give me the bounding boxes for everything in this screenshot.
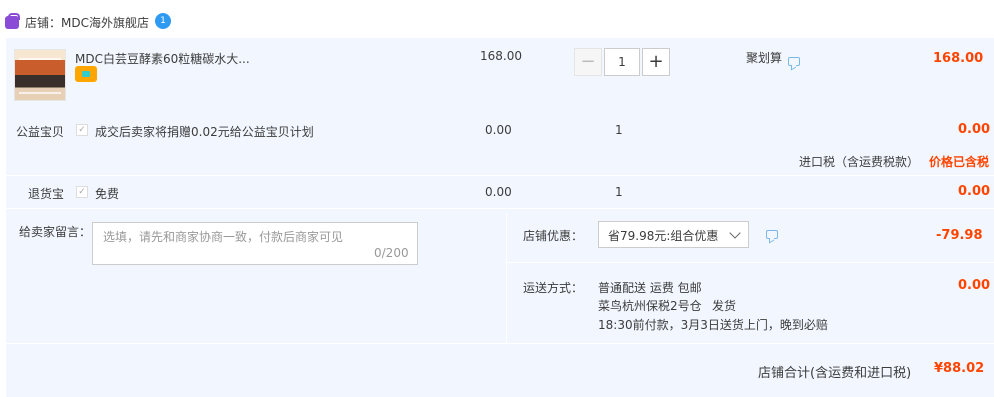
return-insurance-label: 退货宝 — [28, 187, 65, 201]
discount-selected: 省79.98元:组合优惠 — [608, 229, 719, 243]
shipping-label: 运送方式： — [523, 281, 584, 295]
shop-header: 店铺：MDC海外旗舰店 1 — [0, 0, 994, 38]
product-title[interactable]: MDC白芸豆酵素60粒糖碳水大... — [75, 50, 250, 67]
shop-total-label: 店铺合计(含运费和进口税) — [758, 366, 912, 381]
discount-label: 店铺优惠： — [523, 229, 584, 243]
shipping-method: 普通配送 运费 包邮 — [598, 281, 702, 295]
row-divider — [6, 343, 994, 344]
product-image[interactable] — [14, 49, 66, 101]
shop-bag-icon — [5, 13, 20, 29]
shipping-value: 0.00 — [958, 278, 991, 293]
return-insurance-quantity: 1 — [615, 185, 623, 199]
shipping-warehouse: 菜鸟杭州保税2号仓 — [598, 299, 702, 313]
item-price: 168.00 — [480, 49, 522, 63]
shop-total-value: ¥88.02 — [934, 361, 985, 376]
return-insurance-price: 0.00 — [485, 185, 512, 199]
return-insurance-checkbox[interactable]: ✓ — [76, 186, 88, 198]
charity-desc: 成交后卖家将捐赠0.02元给公益宝贝计划 — [95, 125, 314, 139]
gift-card-icon — [75, 66, 97, 82]
message-label: 给卖家留言： — [19, 225, 92, 239]
charity-label: 公益宝贝 — [16, 125, 65, 139]
item-subtotal: 168.00 — [933, 51, 984, 66]
row-divider — [6, 208, 994, 209]
quantity-decrease-button[interactable]: − — [574, 48, 602, 76]
wangwang-chat-icon[interactable]: 1 — [155, 13, 171, 29]
shipping-eta: 18:30前付款，3月3日送货上门，晚到必赔 — [598, 318, 828, 332]
discount-message-icon[interactable] — [766, 230, 778, 239]
discount-value: -79.98 — [936, 228, 983, 243]
charity-price: 0.00 — [485, 123, 512, 137]
charity-checkbox[interactable]: ✓ — [76, 124, 88, 136]
return-insurance-subtotal: 0.00 — [958, 184, 991, 199]
column-divider — [506, 213, 507, 343]
charity-quantity: 1 — [615, 123, 623, 137]
promo-message-icon[interactable] — [788, 57, 800, 66]
row-divider — [507, 262, 994, 263]
shop-name[interactable]: 店铺：MDC海外旗舰店 — [25, 14, 149, 31]
import-tax-label: 进口税（含运费税款） — [799, 155, 920, 169]
quantity-increase-button[interactable]: + — [642, 48, 670, 76]
shipping-dispatch: 发货 — [712, 299, 737, 313]
seller-message-placeholder: 选填，请先和商家协商一致，付款后商家可见 — [103, 230, 344, 244]
row-divider — [6, 175, 994, 176]
return-insurance-desc: 免费 — [95, 187, 120, 201]
charity-subtotal: 0.00 — [958, 122, 991, 137]
quantity-input[interactable]: 1 — [604, 48, 640, 76]
promo-label: 聚划算 — [746, 51, 783, 65]
import-tax-value: 价格已含税 — [929, 155, 990, 169]
message-char-count: 0/200 — [374, 246, 409, 260]
